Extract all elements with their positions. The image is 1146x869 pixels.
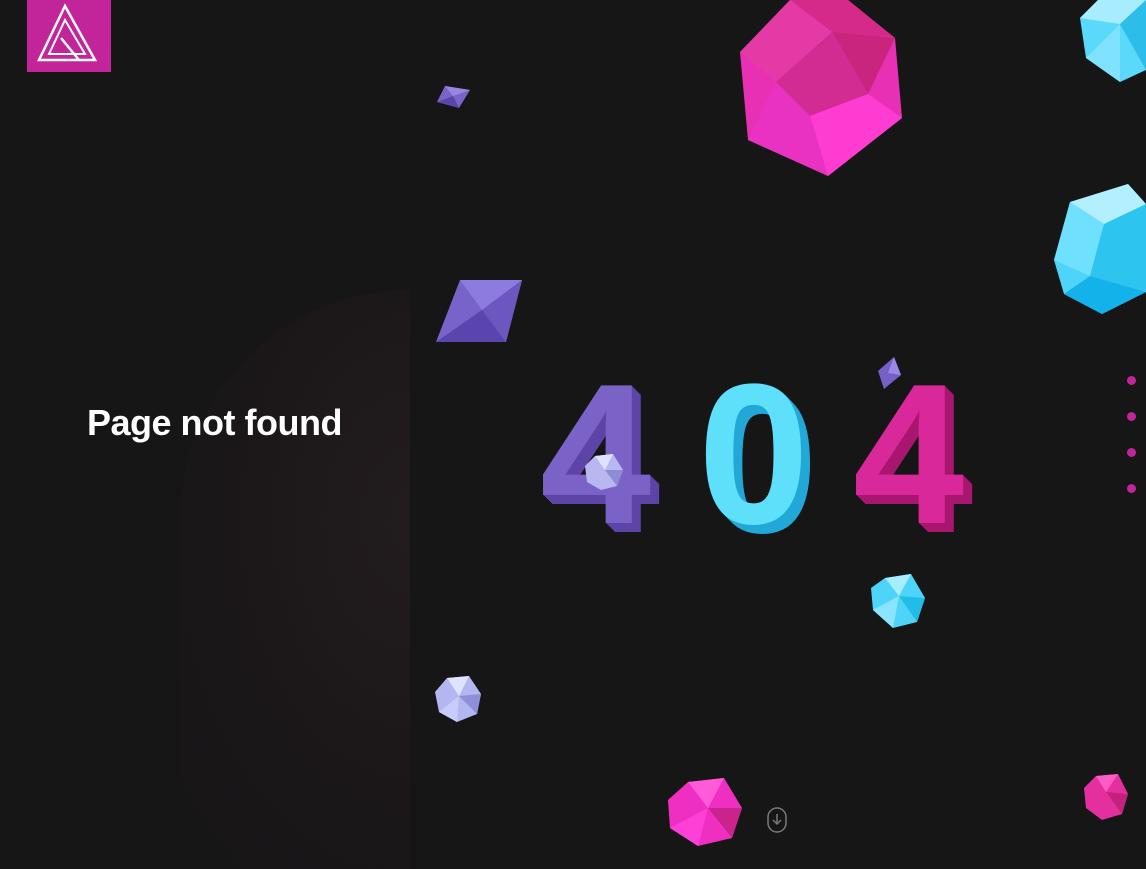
logo[interactable]	[27, 0, 111, 72]
section-dot-4[interactable]	[1127, 484, 1136, 493]
purple-gem-icon	[436, 280, 522, 342]
section-dot-2[interactable]	[1127, 412, 1136, 421]
page-title: Page not found	[87, 402, 342, 443]
pale-purple-gem-on-digit-icon	[585, 454, 623, 490]
small-purple-gem-icon	[437, 86, 470, 108]
error-digit-3: 4	[853, 343, 965, 566]
cyan-gem-small-icon	[871, 574, 925, 628]
magenta-gem-bottom-icon	[668, 778, 742, 846]
section-dot-1[interactable]	[1127, 376, 1136, 385]
pale-purple-gem-icon	[435, 676, 481, 722]
cyan-gem-right-icon	[1054, 184, 1146, 314]
cyan-gem-top-right-icon	[1080, 0, 1146, 82]
background-shape	[180, 290, 410, 869]
section-nav-dots	[1127, 376, 1136, 520]
magenta-gem-small-icon	[1084, 774, 1128, 820]
scroll-down-mouse-icon[interactable]	[767, 807, 787, 833]
large-magenta-gem-icon	[740, 0, 902, 176]
section-dot-3[interactable]	[1127, 448, 1136, 457]
brand-triangle-logo-icon	[37, 3, 98, 62]
error-digit-2: 0	[698, 343, 810, 566]
